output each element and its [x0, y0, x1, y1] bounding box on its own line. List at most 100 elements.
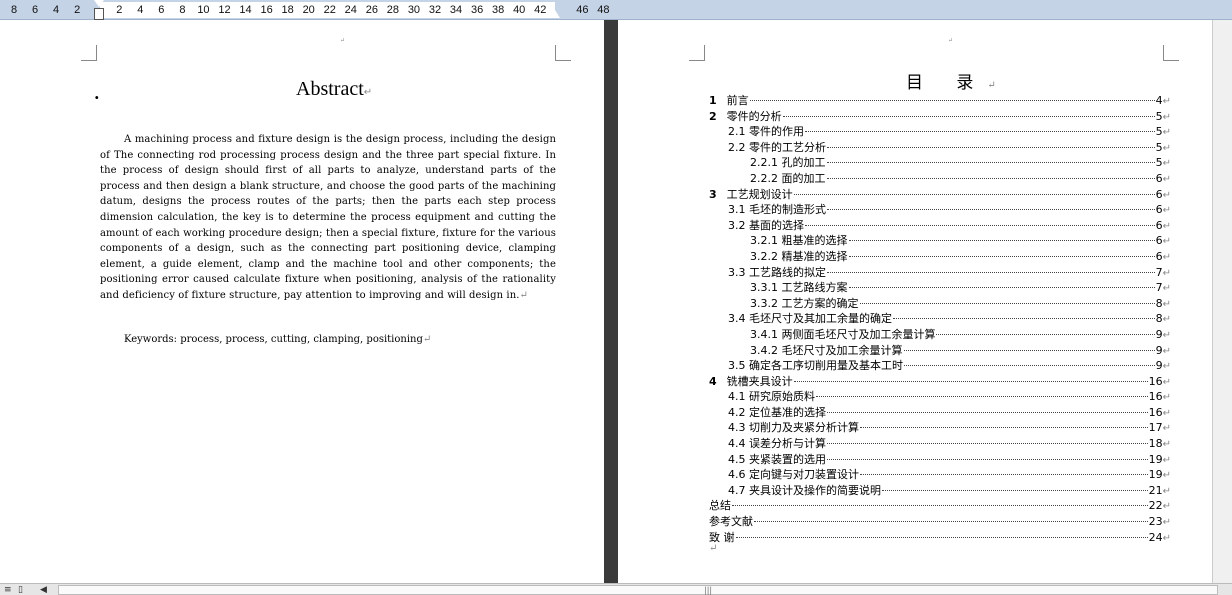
toc-entry-page: 6: [1155, 187, 1163, 201]
toc-entry[interactable]: 3.4.1 两侧面毛坯尺寸及加工余量计算 9 ↵: [709, 327, 1171, 343]
toc-entry[interactable]: 4.7 夹具设计及操作的简要说明 21 ↵: [709, 483, 1171, 499]
ruler-tick-label: 34: [449, 4, 463, 16]
toc-entry-page: 24: [1148, 530, 1163, 544]
toc-entry-text: 3.4 毛坯尺寸及其加工余量的确定: [728, 312, 892, 326]
toc-dot-leader: [826, 162, 1155, 164]
toc-entry-page: 9: [1155, 343, 1163, 357]
toc-entry[interactable]: 4.5 夹紧装置的选用 19 ↵: [709, 452, 1171, 468]
toc-entry-text: 3.4.2 毛坯尺寸及加工余量计算: [750, 343, 903, 357]
toc-entry-page: 7: [1155, 281, 1163, 295]
toc-entry[interactable]: 3 工艺规划设计 6 ↵: [709, 187, 1171, 203]
ruler-tick-label: 24: [344, 4, 357, 16]
left-indent-marker[interactable]: [94, 8, 104, 20]
abstract-paragraph[interactable]: A machining process and fixture design i…: [100, 132, 556, 304]
pilcrow-mark: ↵: [1162, 189, 1171, 201]
toc-entry[interactable]: 2.2 零件的工艺分析 5 ↵: [709, 140, 1171, 156]
pilcrow-mark: ↵: [1162, 283, 1171, 295]
toc-entry-page: 8: [1155, 296, 1163, 310]
pilcrow-mark: ↵: [1162, 376, 1171, 388]
toc-dot-leader: [805, 131, 1155, 133]
toc-entry[interactable]: 3.3.1 工艺路线方案 7 ↵: [709, 280, 1171, 296]
pilcrow-mark: ↵: [1162, 361, 1171, 373]
abstract-title: Abstract↵: [296, 78, 372, 101]
toc-dot-leader: [793, 380, 1148, 382]
toc-entry[interactable]: 4 铣槽夹具设计 16 ↵: [709, 374, 1171, 390]
pilcrow-mark: ↵: [1162, 158, 1171, 170]
scroll-left-icon[interactable]: ◀: [40, 584, 47, 595]
toc-dot-leader: [903, 349, 1155, 351]
view-reading-icon[interactable]: ▯: [18, 584, 23, 595]
toc-entry[interactable]: 3.3.2 工艺方案的确定 8 ↵: [709, 296, 1171, 312]
first-line-indent-marker[interactable]: [94, 0, 104, 7]
toc-entry[interactable]: 致 谢 24 ↵: [709, 530, 1171, 546]
toc-entry-text: 3.3 工艺路线的拟定: [728, 265, 826, 279]
ruler-tick-label: 2: [116, 4, 123, 16]
toc-entry[interactable]: 2.2.2 面的加工 6 ↵: [709, 171, 1171, 187]
toc-entry-text: 4.7 夹具设计及操作的简要说明: [728, 483, 881, 497]
toc-entry[interactable]: 3.4.2 毛坯尺寸及加工余量计算 9 ↵: [709, 343, 1171, 359]
view-normal-icon[interactable]: ≡: [4, 584, 12, 595]
toc-entry[interactable]: 4.3 切削力及夹紧分析计算 17 ↵: [709, 420, 1171, 436]
ruler-tick-label: 30: [407, 4, 421, 16]
toc-entry-page: 4: [1155, 94, 1163, 107]
toc-entry[interactable]: 4.2 定位基准的选择 16 ↵: [709, 405, 1171, 421]
header-pilcrow: ↵: [340, 37, 346, 44]
toc-entry[interactable]: 3.4 毛坯尺寸及其加工余量的确定 8 ↵: [709, 311, 1171, 327]
toc-entry[interactable]: 3.2.2 精基准的选择 6 ↵: [709, 249, 1171, 265]
vertical-scrollbar[interactable]: [1212, 20, 1232, 583]
pilcrow-mark: ↵: [1162, 173, 1171, 185]
toc-entry[interactable]: 2.2.1 孔的加工 5 ↵: [709, 155, 1171, 171]
ruler-tick-label: 6: [31, 4, 39, 16]
toc-entry-page: 8: [1155, 312, 1163, 326]
horizontal-scrollbar[interactable]: |||: [58, 585, 1218, 595]
ruler-tick-label: 20: [302, 4, 315, 16]
toc-entry[interactable]: 总结 22 ↵: [709, 498, 1171, 514]
toc-entry-text: 参考文献: [709, 515, 753, 529]
pilcrow-mark: ↵: [1162, 314, 1171, 326]
pilcrow-mark: ↵: [1162, 111, 1171, 123]
abstract-title-text: Abstract: [296, 78, 364, 100]
toc-entry-page: 6: [1155, 171, 1163, 185]
toc-dot-leader: [732, 505, 1148, 507]
keywords-text: Keywords: process, process, cutting, cla…: [124, 334, 423, 345]
toc-entry-page: 5: [1155, 125, 1163, 139]
ruler-tick-label: 36: [470, 4, 484, 16]
toc-entry[interactable]: 4.1 研究原始质料 16 ↵: [709, 389, 1171, 405]
toc-entry-text: 前言: [726, 94, 749, 107]
toc-entry[interactable]: 3.5 确定各工序切削用量及基本工时 9 ↵: [709, 358, 1171, 374]
ruler-tick-label: 48: [597, 4, 610, 16]
toc-entry-page: 16: [1148, 374, 1163, 388]
right-indent-marker[interactable]: [550, 10, 560, 18]
pilcrow-mark: ↵: [1162, 220, 1171, 232]
toc-entry[interactable]: 2.1 零件的作用 5 ↵: [709, 124, 1171, 140]
pilcrow-mark: ↵: [1162, 205, 1171, 217]
horizontal-ruler[interactable]: 8 6 4 2 2 4 6 8 10 12 14 16 18 20 22 24 26 28 30 32 34 36 38 40…: [0, 0, 1232, 20]
ruler-tick-label: 4: [53, 4, 60, 16]
toc-entry[interactable]: 3.2 基面的选择 6 ↵: [709, 218, 1171, 234]
toc-entry[interactable]: 1 前言 4 ↵: [709, 93, 1171, 109]
toc-title-text: 目 录: [906, 73, 988, 93]
toc-entry[interactable]: 4.4 误差分析与计算 18 ↵: [709, 436, 1171, 452]
toc-entry[interactable]: 3.1 毛坯的制造形式 6 ↵: [709, 202, 1171, 218]
pilcrow-mark: ↵: [1162, 454, 1171, 466]
toc-entry[interactable]: 4.6 定向键与对刀装置设计 19 ↵: [709, 467, 1171, 483]
toc-entry[interactable]: 3.2.1 粗基准的选择 6 ↵: [709, 233, 1171, 249]
toc-dot-leader: [860, 474, 1148, 476]
ruler-tick-label: 12: [218, 4, 231, 16]
toc-dot-leader: [735, 536, 1148, 538]
toc-entry[interactable]: 参考文献 23 ↵: [709, 514, 1171, 530]
scroll-grip-icon[interactable]: |||: [704, 586, 712, 595]
toc-entry[interactable]: 2 零件的分析 5 ↵: [709, 109, 1171, 125]
toc-entry-page: 7: [1155, 265, 1163, 279]
pilcrow-mark: ↵: [1162, 345, 1171, 357]
keywords-line[interactable]: Keywords: process, process, cutting, cla…: [124, 334, 431, 345]
toc-dot-leader: [904, 365, 1155, 367]
toc-dot-leader: [826, 177, 1155, 179]
page-abstract[interactable]: ↵: [10, 25, 604, 585]
toc-entry[interactable]: 3.3 工艺路线的拟定 7 ↵: [709, 265, 1171, 281]
toc-list: 1 前言 4 ↵ 2 零件的分析 5 ↵ 2.1 零件的作用 5 ↵ 2.2 零件的工艺分析 5 ↵ 2.2…: [709, 93, 1171, 545]
toc-dot-leader: [859, 302, 1155, 304]
margin-corner-top-right: [1163, 45, 1179, 61]
pilcrow-mark: ↵: [1162, 267, 1171, 279]
toc-dot-leader: [827, 458, 1148, 460]
